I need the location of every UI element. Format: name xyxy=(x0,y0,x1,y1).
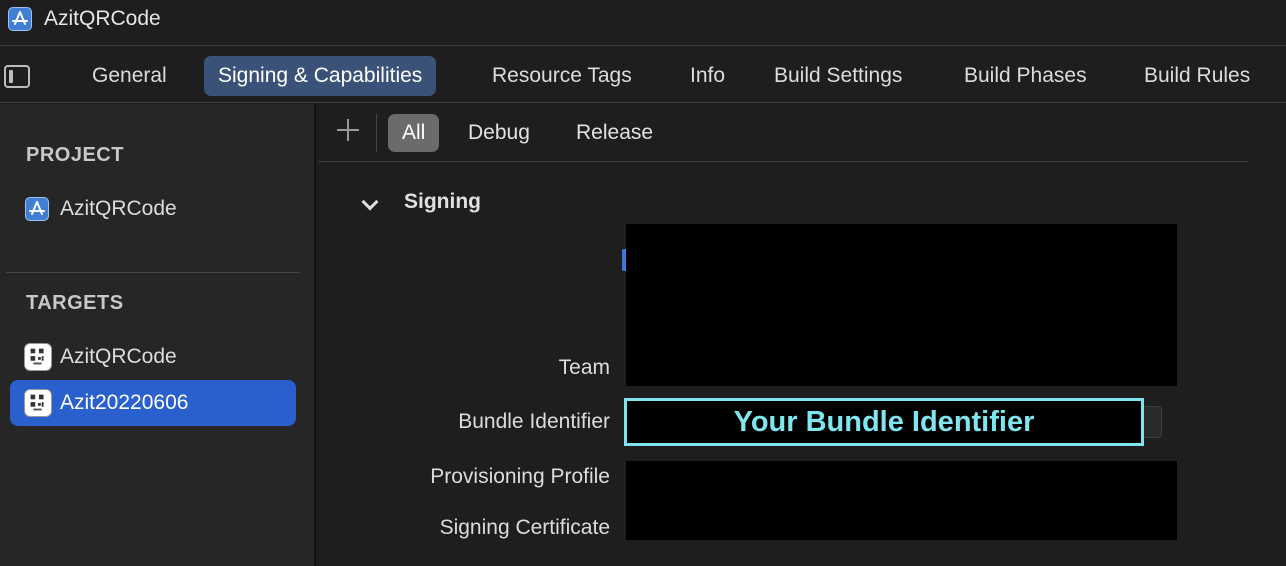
qr-code-icon xyxy=(24,343,52,371)
divider xyxy=(376,114,377,152)
sidebar-item-label: AzitQRCode xyxy=(60,197,177,220)
project-navigator-sidebar: PROJECT AzitQRCode TARGETS AzitQRCode Az… xyxy=(0,104,316,566)
bundle-identifier-field-edge xyxy=(1144,406,1162,438)
signing-editor: All Debug Release Signing Team Bundle Id… xyxy=(318,104,1286,566)
filter-debug[interactable]: Debug xyxy=(454,114,544,152)
tab-signing-capabilities[interactable]: Signing & Capabilities xyxy=(204,56,437,96)
targets-section-header: TARGETS xyxy=(26,292,124,314)
tab-general[interactable]: General xyxy=(78,56,181,96)
window-title: AzitQRCode xyxy=(44,7,161,30)
sidebar-item-target[interactable]: AzitQRCode xyxy=(10,334,296,380)
signing-section-title: Signing xyxy=(404,190,481,213)
sidebar-toggle-icon[interactable] xyxy=(4,65,30,88)
redacted-block xyxy=(626,461,1177,540)
redacted-block xyxy=(626,224,1177,386)
tab-build-phases[interactable]: Build Phases xyxy=(950,56,1101,96)
project-section-header: PROJECT xyxy=(26,144,124,166)
provisioning-profile-label: Provisioning Profile xyxy=(430,465,610,488)
project-icon xyxy=(25,197,49,221)
bundle-identifier-value: Your Bundle Identifier xyxy=(733,406,1035,438)
title-bar: AzitQRCode xyxy=(0,0,1286,46)
sidebar-item-project[interactable]: AzitQRCode xyxy=(10,186,296,232)
signing-certificate-label: Signing Certificate xyxy=(439,516,610,539)
add-capability-icon[interactable] xyxy=(336,118,360,142)
tab-info[interactable]: Info xyxy=(676,56,739,96)
filter-release[interactable]: Release xyxy=(562,114,667,152)
sidebar-item-target-selected[interactable]: Azit20220606 xyxy=(10,380,296,426)
filter-all[interactable]: All xyxy=(388,114,440,152)
qr-code-icon xyxy=(24,389,52,417)
bundle-identifier-field[interactable]: Your Bundle Identifier xyxy=(624,398,1144,446)
sidebar-item-label: AzitQRCode xyxy=(60,345,177,368)
bundle-identifier-label: Bundle Identifier xyxy=(458,410,610,433)
tab-resource-tags[interactable]: Resource Tags xyxy=(478,56,646,96)
chevron-down-icon[interactable] xyxy=(361,193,379,211)
app-store-icon xyxy=(8,7,32,31)
sidebar-item-label: Azit20220606 xyxy=(60,391,189,414)
tab-build-rules[interactable]: Build Rules xyxy=(1130,56,1264,96)
configuration-filter-bar: All Debug Release xyxy=(318,104,1248,162)
team-label: Team xyxy=(558,356,610,379)
tab-build-settings[interactable]: Build Settings xyxy=(760,56,916,96)
sidebar-divider xyxy=(6,272,300,273)
editor-tab-bar: General Signing & Capabilities Resource … xyxy=(0,47,1286,103)
